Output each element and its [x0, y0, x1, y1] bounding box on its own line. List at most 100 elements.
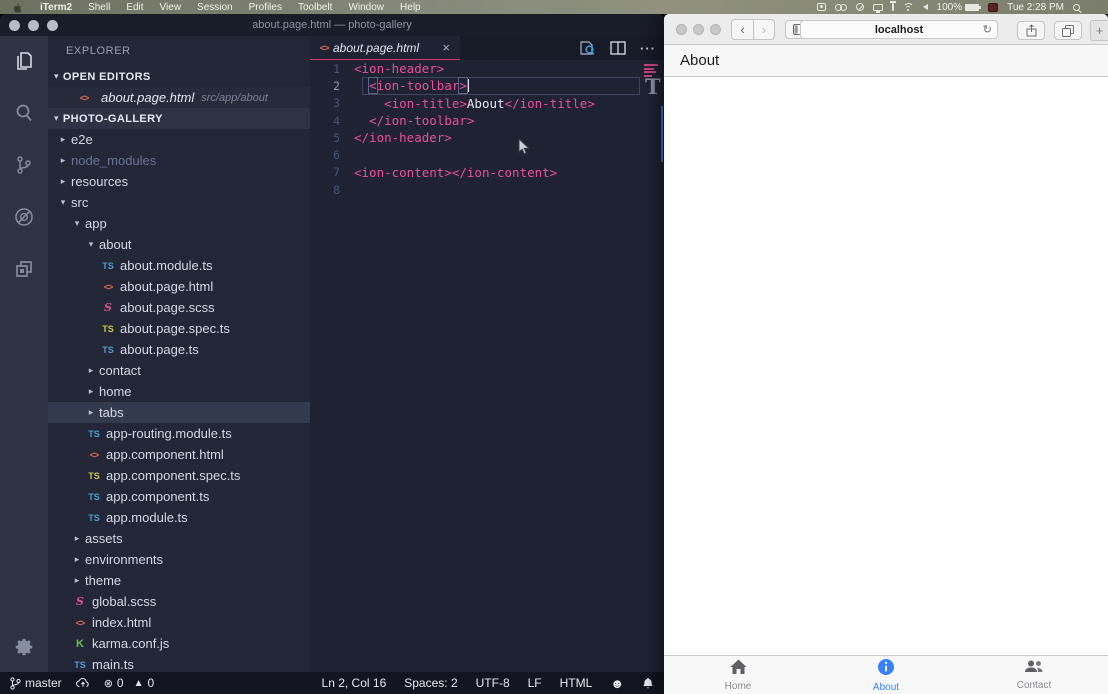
tree-item-theme[interactable]: ▸theme: [48, 570, 310, 591]
code-editor[interactable]: 1<ion-header>2 <ion-toolbar>3 <ion-title…: [310, 60, 642, 672]
extensions-icon[interactable]: [11, 256, 37, 282]
back-button[interactable]: ‹: [732, 20, 753, 39]
apple-icon[interactable]: [10, 2, 24, 12]
tree-item-about-page-ts[interactable]: TSabout.page.ts: [48, 339, 310, 360]
html-file-icon: <>: [100, 282, 116, 292]
tree-item-home[interactable]: ▸home: [48, 381, 310, 402]
tab-overview-button[interactable]: [1054, 21, 1082, 40]
status-spaces[interactable]: Spaces: 2: [404, 676, 457, 690]
vscode-titlebar[interactable]: about.page.html — photo-gallery: [0, 14, 664, 36]
tree-item-karma-conf-js[interactable]: Kkarma.conf.js: [48, 633, 310, 654]
open-editors-header[interactable]: ▾ OPEN EDITORS: [48, 66, 310, 87]
split-editor-icon[interactable]: [610, 41, 626, 55]
tree-item-environments[interactable]: ▸environments: [48, 549, 310, 570]
tree-item-contact[interactable]: ▸contact: [48, 360, 310, 381]
scrollbar-indicator[interactable]: [661, 106, 663, 162]
volume-icon[interactable]: [923, 4, 928, 10]
tree-item-app-module-ts[interactable]: TSapp.module.ts: [48, 507, 310, 528]
tree-item-app[interactable]: ▾app: [48, 213, 310, 234]
tree-item-src[interactable]: ▾src: [48, 192, 310, 213]
glasses-icon[interactable]: [835, 4, 847, 10]
open-editor-item[interactable]: <> about.page.html src/app/about: [48, 87, 310, 108]
forward-button[interactable]: ›: [753, 20, 774, 39]
tree-item-about-page-spec-ts[interactable]: TSabout.page.spec.ts: [48, 318, 310, 339]
editor-tab-about-page-html[interactable]: <> about.page.html ×: [310, 36, 460, 60]
tree-item-about-page-html[interactable]: <>about.page.html: [48, 276, 310, 297]
display-icon[interactable]: [873, 4, 883, 11]
new-tab-button[interactable]: +: [1090, 20, 1108, 41]
gear-icon[interactable]: [11, 634, 37, 660]
close-tab-icon[interactable]: ×: [440, 40, 452, 55]
tree-item-tabs[interactable]: ▸tabs: [48, 402, 310, 423]
spotlight-icon[interactable]: [1073, 4, 1080, 11]
files-icon[interactable]: [11, 48, 37, 74]
status-ln-2-col-16[interactable]: Ln 2, Col 16: [322, 676, 387, 690]
tab-label: about.page.html: [333, 41, 440, 55]
battery-indicator[interactable]: 100%: [937, 2, 980, 13]
zoom-button[interactable]: [710, 24, 721, 35]
project-section-header[interactable]: ▾ PHOTO-GALLERY: [48, 108, 310, 129]
code-line-7[interactable]: 7<ion-content></ion-content>: [310, 164, 642, 181]
code-line-4[interactable]: 4 </ion-toolbar>: [310, 112, 642, 129]
tree-item-app-component-ts[interactable]: TSapp.component.ts: [48, 486, 310, 507]
code-line-6[interactable]: 6: [310, 146, 642, 163]
menu-iterm2[interactable]: iTerm2: [32, 2, 80, 13]
status-utf-8[interactable]: UTF-8: [476, 676, 510, 690]
feedback-smiley-icon[interactable]: ☻: [610, 676, 624, 691]
close-button[interactable]: [676, 24, 687, 35]
plug-icon[interactable]: [892, 3, 894, 11]
tree-item-resources[interactable]: ▸resources: [48, 171, 310, 192]
menu-view[interactable]: View: [152, 2, 190, 13]
menubar-clock[interactable]: Tue 2:28 PM: [1007, 2, 1064, 13]
tree-item-about-module-ts[interactable]: TSabout.module.ts: [48, 255, 310, 276]
menu-shell[interactable]: Shell: [80, 2, 118, 13]
notification-center-icon[interactable]: [1089, 4, 1098, 11]
menu-profiles[interactable]: Profiles: [241, 2, 290, 13]
code-line-8[interactable]: 8: [310, 181, 642, 198]
tree-item-index-html[interactable]: <>index.html: [48, 612, 310, 633]
reload-icon[interactable]: ↻: [983, 23, 992, 36]
tree-item-app-component-spec-ts[interactable]: TSapp.component.spec.ts: [48, 465, 310, 486]
minimize-button[interactable]: [693, 24, 704, 35]
tree-item-main-ts[interactable]: TSmain.ts: [48, 654, 310, 672]
dnd-icon[interactable]: [856, 3, 864, 11]
tab-about[interactable]: About: [812, 656, 960, 694]
status-lf[interactable]: LF: [528, 676, 542, 690]
wifi-icon[interactable]: [903, 3, 914, 11]
code-line-5[interactable]: 5</ion-header>: [310, 129, 642, 146]
search-icon[interactable]: [11, 100, 37, 126]
more-actions-icon[interactable]: ···: [640, 41, 656, 56]
bell-icon[interactable]: [642, 677, 654, 690]
git-branch-indicator[interactable]: master: [10, 676, 62, 690]
tree-item-app-routing-module-ts[interactable]: TSapp-routing.module.ts: [48, 423, 310, 444]
menu-toolbelt[interactable]: Toolbelt: [290, 2, 340, 13]
menu-help[interactable]: Help: [392, 2, 429, 13]
source-control-icon[interactable]: [11, 152, 37, 178]
share-button[interactable]: [1017, 21, 1045, 40]
menu-window[interactable]: Window: [340, 2, 392, 13]
debug-icon[interactable]: [11, 204, 37, 230]
tab-contact[interactable]: Contact: [960, 656, 1108, 694]
tree-item-about[interactable]: ▾about: [48, 234, 310, 255]
tab-home[interactable]: Home: [664, 656, 812, 694]
code-line-3[interactable]: 3 <ion-title>About</ion-title>: [310, 95, 642, 112]
minimap[interactable]: T: [642, 60, 664, 672]
capture-icon[interactable]: [817, 3, 826, 11]
problems-indicator[interactable]: ⊗ 0 ▲ 0: [104, 676, 155, 690]
macos-menubar: iTerm2ShellEditViewSessionProfilesToolbe…: [0, 0, 1108, 14]
find-in-file-icon[interactable]: [579, 40, 596, 56]
menu-session[interactable]: Session: [189, 2, 241, 13]
tree-item-global-scss[interactable]: Sglobal.scss: [48, 591, 310, 612]
code-line-2[interactable]: 2 <ion-toolbar>: [310, 77, 642, 94]
tree-item-about-page-scss[interactable]: Sabout.page.scss: [48, 297, 310, 318]
tree-item-e2e[interactable]: ▸e2e: [48, 129, 310, 150]
code-line-1[interactable]: 1<ion-header>: [310, 60, 642, 77]
address-bar[interactable]: localhost ↻: [800, 20, 998, 39]
tree-item-assets[interactable]: ▸assets: [48, 528, 310, 549]
tree-item-node-modules[interactable]: ▸node_modules: [48, 150, 310, 171]
sync-button[interactable]: [76, 677, 90, 689]
status-html[interactable]: HTML: [560, 676, 593, 690]
menu-edit[interactable]: Edit: [118, 2, 151, 13]
tree-item-app-component-html[interactable]: <>app.component.html: [48, 444, 310, 465]
app-swatch-icon[interactable]: [988, 3, 998, 12]
